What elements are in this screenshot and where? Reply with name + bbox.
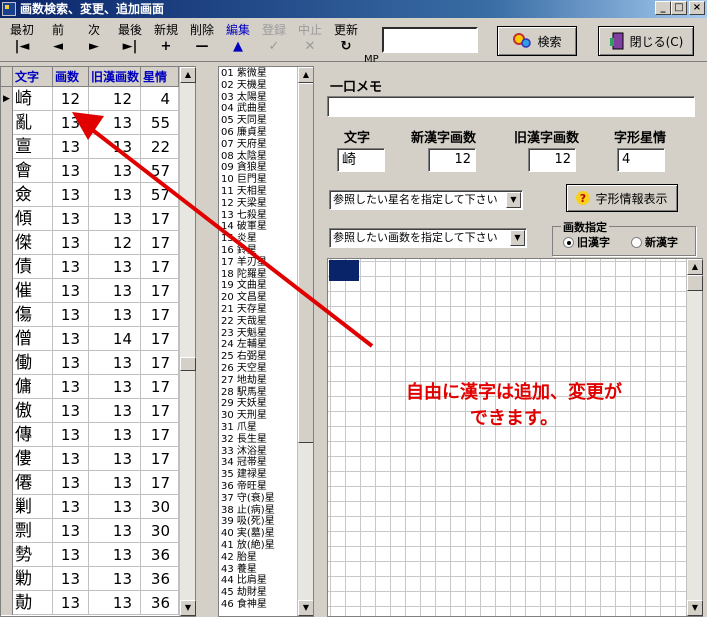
annotation-text: 自由に漢字は追加、変更が できます。 (406, 382, 622, 429)
annotation-arrow (72, 112, 374, 348)
